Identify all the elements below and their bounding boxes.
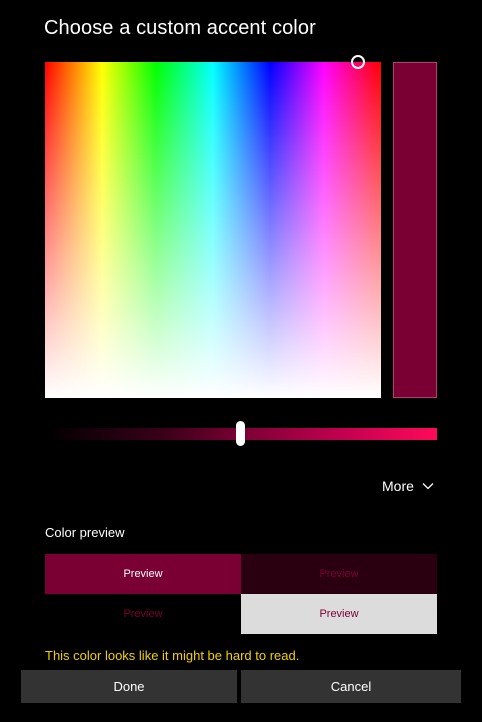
- color-preview-grid: Preview Preview Preview Preview: [45, 554, 437, 634]
- readability-warning: This color looks like it might be hard t…: [45, 648, 300, 663]
- color-picker-handle[interactable]: [351, 55, 365, 69]
- preview-dark-tint: Preview: [241, 554, 437, 594]
- done-button[interactable]: Done: [21, 670, 237, 703]
- preview-text-on-light: Preview: [241, 594, 437, 634]
- color-spectrum[interactable]: [45, 62, 381, 398]
- preview-text-on-black: Preview: [45, 594, 241, 634]
- dialog-title: Choose a custom accent color: [44, 17, 316, 39]
- more-label: More: [382, 478, 414, 494]
- chevron-down-icon: [422, 483, 434, 490]
- preview-accent-on-dark: Preview: [45, 554, 241, 594]
- selected-color-swatch: [393, 62, 437, 398]
- cancel-button[interactable]: Cancel: [241, 670, 461, 703]
- color-preview-label: Color preview: [45, 525, 125, 540]
- brightness-slider-thumb[interactable]: [236, 421, 245, 446]
- more-button[interactable]: More: [382, 478, 434, 494]
